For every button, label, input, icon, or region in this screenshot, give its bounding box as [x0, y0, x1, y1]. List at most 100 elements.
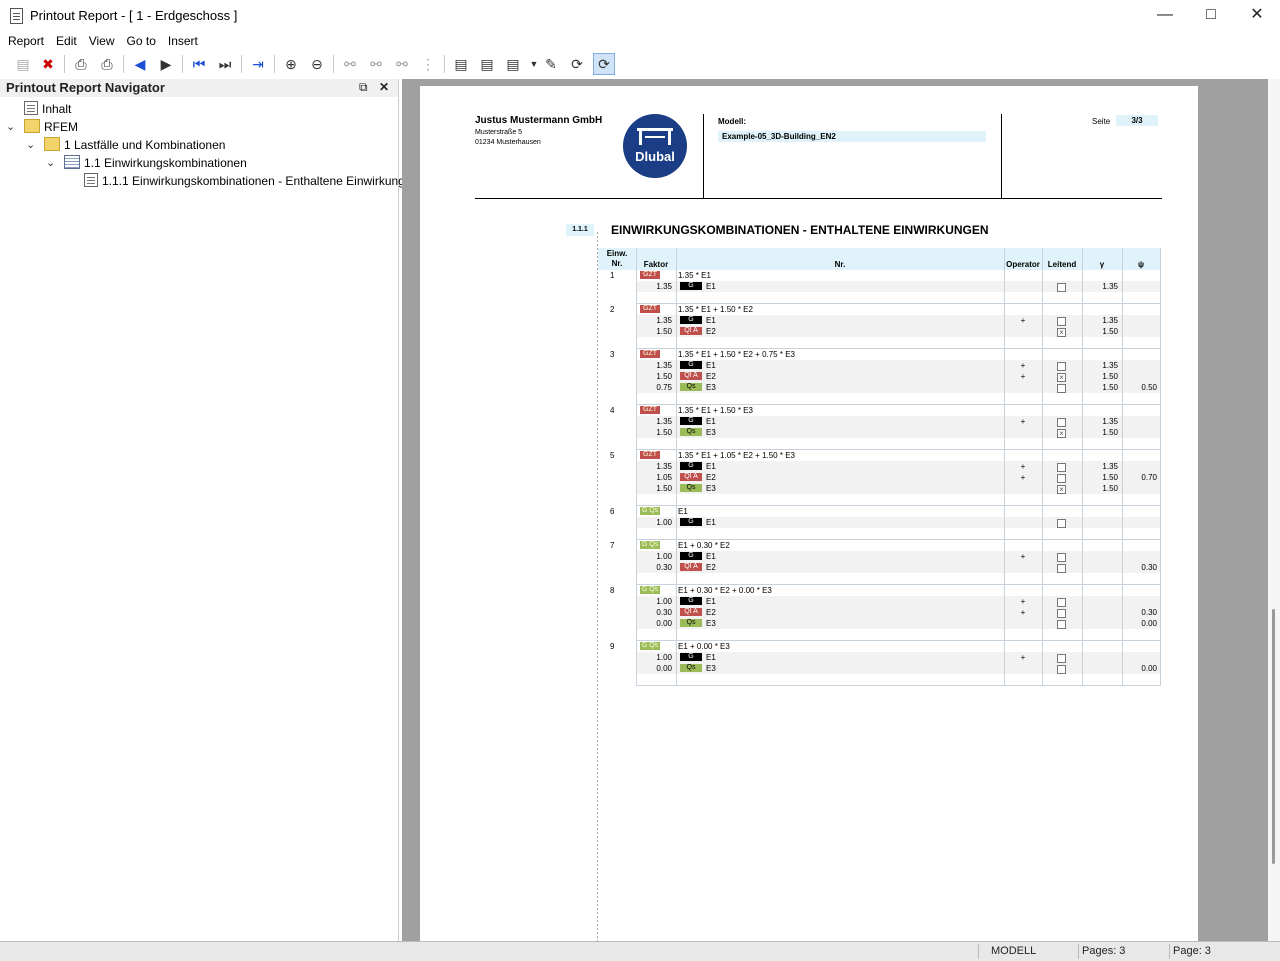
factor-value: 1.05: [656, 473, 672, 482]
column-line: [676, 506, 677, 540]
lock-icon[interactable]: ⚯: [340, 54, 360, 74]
menu-view[interactable]: View: [83, 32, 121, 50]
operator-value: +: [1020, 462, 1026, 471]
maximize-button[interactable]: □: [1188, 0, 1234, 32]
folder-icon: [44, 137, 60, 151]
menu-report[interactable]: Report: [0, 32, 50, 50]
operator-value: +: [1020, 361, 1026, 370]
zoom-in-icon[interactable]: ⊕: [281, 54, 301, 74]
restore-icon[interactable]: ⧉: [359, 80, 368, 95]
minimize-button[interactable]: —: [1142, 0, 1188, 32]
action-id: E1: [706, 552, 716, 561]
tree-item-label: 1.1 Einwirkungskombinationen: [84, 156, 247, 170]
column-line: [1082, 405, 1083, 450]
combination-type-badge: GZT: [640, 305, 660, 313]
auto-update-icon[interactable]: ⟳: [593, 53, 615, 75]
gamma-value: 1.50: [1102, 484, 1118, 493]
delete-report-icon[interactable]: ✖: [38, 54, 58, 74]
window-title: Printout Report - [ 1 - Erdgeschoss ]: [30, 8, 238, 23]
column-line: [1042, 270, 1043, 304]
new-report-icon[interactable]: ▤: [13, 54, 33, 74]
menu-insert[interactable]: Insert: [162, 32, 204, 50]
tree-item-lastfaelle[interactable]: 1 Lastfälle und Kombinationen: [44, 136, 225, 154]
last-page-icon[interactable]: ⏭: [215, 54, 235, 74]
logo-text: Dlubal: [635, 149, 675, 164]
column-line: [1042, 405, 1043, 450]
factor-value: 0.00: [656, 664, 672, 673]
category-badge: G: [680, 653, 702, 661]
group-number: 8: [610, 586, 615, 595]
tree-item-enthaltene-einwirkungen[interactable]: 1.1.1 Einwirkungskombinationen - Enthalt…: [84, 172, 418, 190]
zoom-out-icon[interactable]: ⊖: [307, 54, 327, 74]
next-page-icon[interactable]: ▶: [156, 54, 176, 74]
close-button[interactable]: ✕: [1234, 0, 1280, 32]
tree-item-label: Inhalt: [42, 102, 72, 116]
column-line: [676, 349, 677, 405]
category-badge: G: [680, 518, 702, 526]
page-setup-icon[interactable]: ▤: [451, 54, 471, 74]
column-line: [1004, 304, 1005, 349]
chevron-down-icon[interactable]: ⌄: [6, 120, 15, 133]
chevron-down-icon[interactable]: ⌄: [46, 156, 55, 169]
factor-value: 0.30: [656, 563, 672, 572]
gamma-value: 1.35: [1102, 282, 1118, 291]
scrollbar-thumb[interactable]: [1272, 609, 1275, 864]
tree-item-rfem[interactable]: RFEM: [24, 118, 78, 136]
lock-all-icon[interactable]: ⚯: [392, 54, 412, 74]
report-preview[interactable]: Justus Mustermann GmbH Musterstraße 5 01…: [402, 79, 1268, 941]
combination-formula: E1: [678, 507, 688, 516]
tree-item-einwirkungskombinationen[interactable]: 1.1 Einwirkungskombinationen: [64, 154, 247, 172]
template-icon[interactable]: ▤: [503, 54, 523, 74]
factor-value: 1.35: [656, 417, 672, 426]
menu-edit[interactable]: Edit: [50, 32, 83, 50]
previous-page-icon[interactable]: ◀: [130, 54, 150, 74]
column-line: [1122, 304, 1123, 349]
column-line: [1122, 450, 1123, 506]
close-icon[interactable]: ✕: [379, 80, 389, 94]
column-line: [1122, 405, 1123, 450]
vertical-scrollbar[interactable]: [1268, 79, 1280, 941]
combination-formula: 1.35 * E1 + 1.50 * E3: [678, 406, 753, 415]
header-operator: Operator: [1006, 260, 1040, 269]
menu-goto[interactable]: Go to: [121, 32, 162, 50]
header-icon[interactable]: ▤: [477, 54, 497, 74]
unlock-icon[interactable]: ⚯: [366, 54, 386, 74]
header-column-line: [1042, 248, 1043, 270]
column-line: [1122, 585, 1123, 641]
category-badge: G: [680, 417, 702, 425]
seite-value: 3/3: [1116, 115, 1158, 126]
layout-icon[interactable]: ⋮: [418, 54, 438, 74]
refresh-icon[interactable]: ⟳: [567, 54, 587, 74]
leitend-checkbox: [1057, 654, 1066, 663]
column-line: [1122, 641, 1123, 686]
print-icon[interactable]: ⎙: [71, 54, 91, 74]
action-id: E3: [706, 383, 716, 392]
tree-item-inhalt[interactable]: Inhalt: [24, 100, 71, 118]
combination-formula: 1.35 * E1: [678, 271, 711, 280]
print-setup-icon[interactable]: ⎙: [97, 54, 117, 74]
category-badge: Qs: [680, 428, 702, 436]
first-page-icon[interactable]: ⏮: [189, 54, 209, 74]
action-id: E1: [706, 316, 716, 325]
column-line: [1082, 270, 1083, 304]
goto-page-icon[interactable]: ⇥: [248, 54, 268, 74]
column-line: [1122, 540, 1123, 585]
psi-value: 0.70: [1141, 473, 1157, 482]
combination-formula: 1.35 * E1 + 1.50 * E2: [678, 305, 753, 314]
operator-value: +: [1020, 473, 1026, 482]
combination-type-badge: GZT: [640, 406, 660, 414]
gamma-value: 1.35: [1102, 462, 1118, 471]
edit-icon[interactable]: ✎: [541, 54, 561, 74]
combination-formula: 1.35 * E1 + 1.50 * E2 + 0.75 * E3: [678, 350, 795, 359]
header-nr: Nr.: [834, 260, 846, 269]
factor-value: 1.50: [656, 327, 672, 336]
combination-type-badge: G Qs: [640, 541, 660, 549]
leitend-checkbox: [1057, 474, 1066, 483]
chevron-down-icon[interactable]: ⌄: [26, 138, 35, 151]
category-badge: G: [680, 282, 702, 290]
navigator-header: Printout Report Navigator ⧉ ✕: [0, 79, 398, 97]
header-psi: ψ: [1137, 260, 1145, 269]
leitend-checkbox: [1057, 384, 1066, 393]
toolbar: ▤ ✖ ⎙ ⎙ ◀ ▶ ⏮ ⏭ ⇥ ⊕ ⊖ ⚯ ⚯ ⚯ ⋮ ▤ ▤ ▤ ▼ ✎ …: [0, 51, 1280, 77]
action-id: E2: [706, 473, 716, 482]
